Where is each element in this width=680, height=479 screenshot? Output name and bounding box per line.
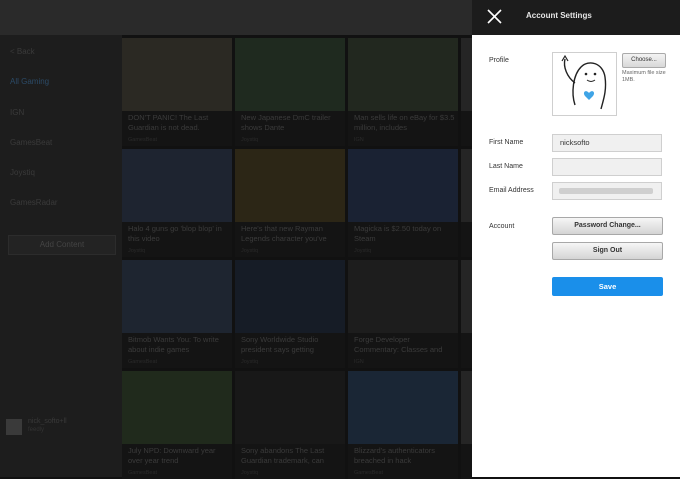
article-card[interactable]: New Japanese DmC trailer shows Dante Joy…	[235, 38, 345, 146]
article-source: Joystiq	[241, 359, 259, 365]
article-source: GamesBeat	[354, 470, 384, 476]
article-card[interactable]: Here's that new Rayman Legends character…	[235, 149, 345, 257]
article-source: Joystiq	[241, 470, 259, 476]
password-change-button[interactable]: Password Change...	[552, 217, 663, 235]
article-thumbnail	[461, 149, 472, 222]
profile-avatar	[552, 52, 617, 116]
avatar	[6, 419, 22, 435]
article-thumbnail	[461, 371, 472, 444]
article-title: Sony abandons The Last Guardian trademar…	[241, 446, 325, 465]
article-thumbnail	[235, 38, 345, 111]
panel-title: Account Settings	[526, 11, 592, 20]
article-card[interactable]: Forge Developer Commentary: Classes and …	[348, 260, 458, 368]
article-thumbnail	[122, 149, 232, 222]
email-label: Email Address	[489, 187, 534, 194]
article-thumbnail	[348, 371, 458, 444]
article-source: Joystiq	[241, 137, 259, 143]
article-card[interactable]	[461, 149, 472, 257]
article-grid: DON'T PANIC! The Last Guardian is not de…	[122, 35, 472, 479]
article-thumbnail	[235, 371, 345, 444]
article-title: Halo 4 guns go 'blop blop' in this video	[128, 224, 222, 243]
article-card[interactable]: Sony abandons The Last Guardian trademar…	[235, 371, 345, 479]
article-thumbnail	[461, 38, 472, 111]
user-subtitle: feedly	[28, 427, 45, 433]
article-source: IGN	[354, 359, 364, 365]
article-title: Blizzard's authenticators breached in ha…	[354, 446, 436, 465]
last-name-label: Last Name	[489, 163, 523, 170]
sidebar-item-gamesradar[interactable]: GamesRadar	[10, 198, 58, 207]
article-card[interactable]	[461, 38, 472, 146]
article-thumbnail	[461, 260, 472, 333]
article-title: July NPD: Downward year over year trend	[128, 446, 216, 465]
article-card[interactable]: Halo 4 guns go 'blop blop' in this video…	[122, 149, 232, 257]
redacted-email	[559, 188, 653, 194]
email-field[interactable]	[552, 182, 662, 200]
back-link[interactable]: < Back	[10, 47, 35, 56]
article-title: New Japanese DmC trailer shows Dante	[241, 113, 331, 132]
article-card[interactable]	[461, 371, 472, 479]
article-thumbnail	[348, 38, 458, 111]
article-source: IGN	[354, 137, 364, 143]
sidebar: < Back All Gaming IGN GamesBeat Joystiq …	[0, 35, 122, 477]
sidebar-item-all-gaming[interactable]: All Gaming	[10, 77, 49, 86]
article-source: GamesBeat	[128, 137, 158, 143]
article-source: GamesBeat	[128, 470, 158, 476]
first-name-label: First Name	[489, 139, 524, 146]
article-thumbnail	[235, 260, 345, 333]
article-title: Forge Developer Commentary: Classes and	[354, 335, 443, 354]
close-icon[interactable]	[482, 6, 506, 28]
article-title: Here's that new Rayman Legends character…	[241, 224, 327, 243]
article-source: Joystiq	[128, 248, 146, 254]
save-button[interactable]: Save	[552, 277, 663, 296]
article-source: Joystiq	[241, 248, 259, 254]
article-thumbnail	[348, 149, 458, 222]
profile-label: Profile	[489, 57, 509, 64]
article-thumbnail	[122, 371, 232, 444]
choose-file-button[interactable]: Choose...	[622, 53, 666, 68]
article-title: Bitmob Wants You: To write about indie g…	[128, 335, 219, 354]
article-card[interactable]: Sony Worldwide Studio president says get…	[235, 260, 345, 368]
article-thumbnail	[235, 149, 345, 222]
sign-out-button[interactable]: Sign Out	[552, 242, 663, 260]
user-profile[interactable]: nick_softo+ll feedly	[6, 417, 116, 437]
last-name-field[interactable]	[552, 158, 662, 176]
article-thumbnail	[122, 260, 232, 333]
add-content-button[interactable]: Add Content	[8, 235, 116, 255]
article-card[interactable]: Bitmob Wants You: To write about indie g…	[122, 260, 232, 368]
article-source: Joystiq	[354, 248, 372, 254]
article-thumbnail	[348, 260, 458, 333]
article-title: Sony Worldwide Studio president says get…	[241, 335, 319, 354]
article-title: DON'T PANIC! The Last Guardian is not de…	[128, 113, 209, 132]
article-card[interactable]: Blizzard's authenticators breached in ha…	[348, 371, 458, 479]
account-settings-panel: Profile Choose... Maximum file size 1MB.…	[472, 35, 680, 477]
user-name: nick_softo+ll	[28, 418, 67, 425]
file-size-hint: Maximum file size 1MB.	[622, 70, 666, 83]
article-card[interactable]: Man sells life on eBay for $3.5 million,…	[348, 38, 458, 146]
article-card[interactable]	[461, 260, 472, 368]
first-name-field[interactable]: nicksofto	[552, 134, 662, 152]
article-title: Magicka is $2.50 today on Steam	[354, 224, 442, 243]
sidebar-item-ign[interactable]: IGN	[10, 108, 24, 117]
article-card[interactable]: DON'T PANIC! The Last Guardian is not de…	[122, 38, 232, 146]
article-title: Man sells life on eBay for $3.5 million,…	[354, 113, 455, 132]
sidebar-item-gamesbeat[interactable]: GamesBeat	[10, 138, 52, 147]
article-source: GamesBeat	[128, 359, 158, 365]
article-card[interactable]: Magicka is $2.50 today on Steam Joystiq	[348, 149, 458, 257]
account-label: Account	[489, 223, 515, 230]
article-thumbnail	[122, 38, 232, 111]
article-card[interactable]: July NPD: Downward year over year trend …	[122, 371, 232, 479]
sidebar-item-joystiq[interactable]: Joystiq	[10, 168, 35, 177]
